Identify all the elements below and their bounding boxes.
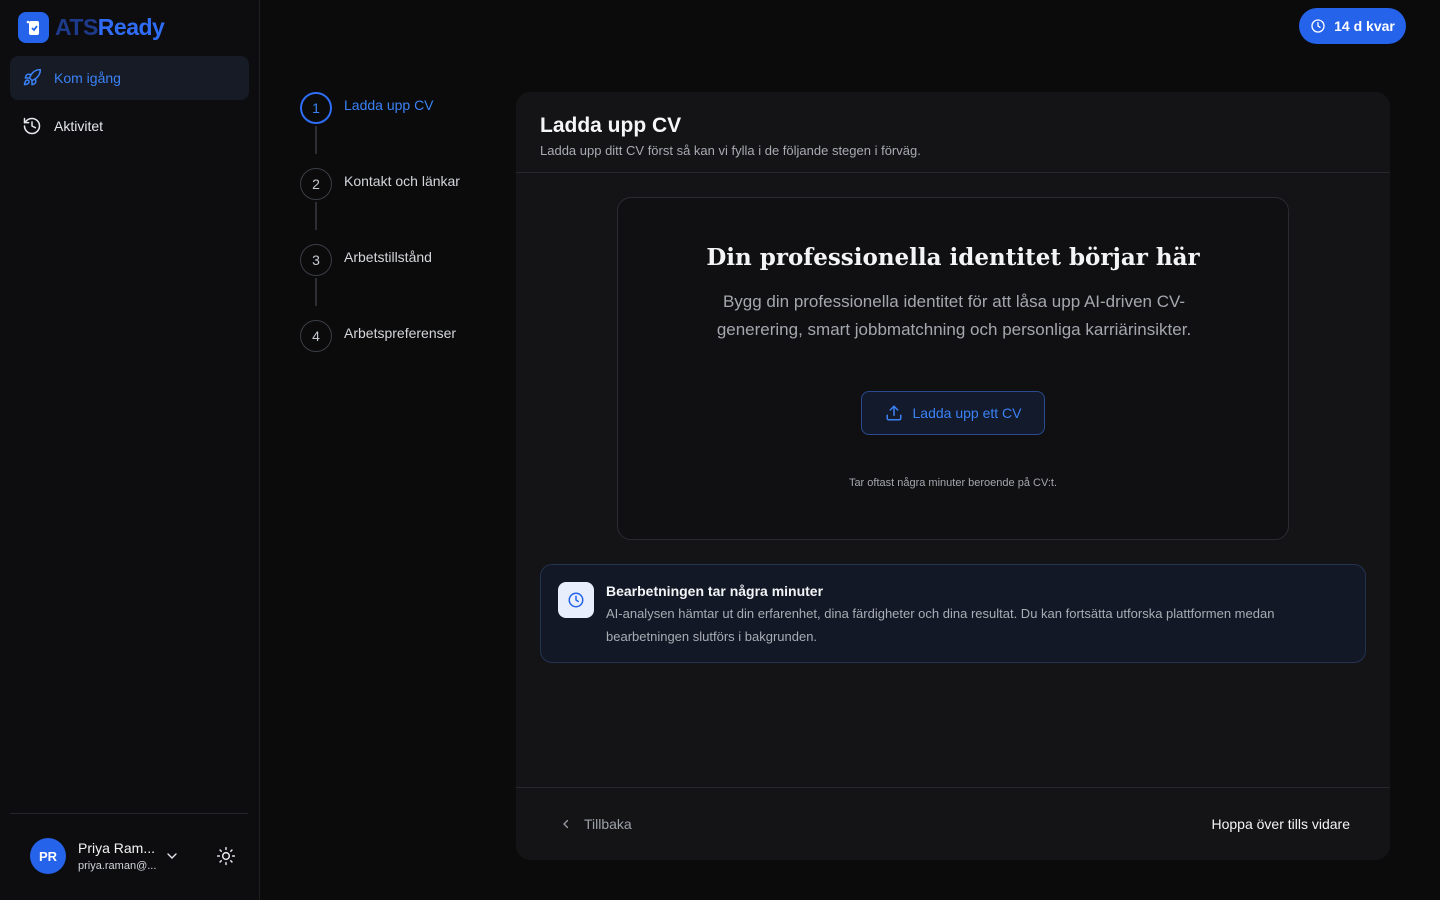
sidebar-divider — [10, 813, 248, 814]
upload-icon — [886, 405, 901, 421]
avatar: PR — [30, 838, 66, 874]
main-panel: Ladda upp CV Ladda upp ditt CV först så … — [516, 92, 1390, 860]
logo-text: ATSReady — [55, 14, 165, 40]
user-email: priya.raman@... — [78, 860, 157, 872]
step-label: Kontakt och länkar — [344, 173, 460, 189]
page-title: Ladda upp CV — [540, 114, 682, 137]
step-upload-cv[interactable]: 1 Ladda upp CV — [300, 92, 434, 124]
logo[interactable]: ATSReady — [18, 12, 165, 43]
chevron-down-icon[interactable] — [164, 848, 180, 864]
step-number: 4 — [300, 320, 332, 352]
skip-button[interactable]: Hoppa över tills vidare — [1211, 816, 1350, 832]
step-work-permit[interactable]: 3 Arbetstillstånd — [300, 244, 432, 276]
rocket-icon — [23, 68, 42, 86]
sidebar: ATSReady Kom igång Aktivitet PR Priya Ra… — [0, 0, 260, 900]
upload-note: Tar oftast några minuter beroende på CV:… — [848, 477, 1058, 489]
step-label: Arbetspreferenser — [344, 325, 457, 341]
footer-divider — [516, 787, 1390, 788]
step-number: 3 — [300, 244, 332, 276]
trial-badge[interactable]: 14 d kvar — [1299, 8, 1406, 44]
step-label: Arbetstillstånd — [344, 249, 432, 265]
upload-description: Bygg din professionella identitet för at… — [716, 292, 1192, 339]
upload-heading: Din professionella identitet börjar här — [706, 244, 1200, 271]
info-icon-wrap — [558, 582, 594, 618]
trial-label: 14 d kvar — [1334, 18, 1395, 34]
sidebar-item-label: Aktivitet — [54, 118, 104, 134]
step-work-preferences[interactable]: 4 Arbetspreferenser — [300, 320, 456, 352]
user-menu[interactable]: PR Priya Ram... priya.raman@... — [30, 838, 236, 874]
step-connector — [315, 126, 317, 154]
step-connector — [315, 278, 317, 306]
step-contact-links[interactable]: 2 Kontakt och länkar — [300, 168, 460, 200]
chevron-left-icon — [563, 819, 569, 829]
page-subtitle: Ladda upp ditt CV först så kan vi fylla … — [540, 143, 921, 158]
step-number: 1 — [300, 92, 332, 124]
history-icon — [23, 117, 41, 135]
sidebar-item-label: Kom igång — [54, 70, 121, 86]
upload-button-label: Ladda upp ett CV — [912, 405, 1022, 421]
info-title: Bearbetningen tar några minuter — [606, 583, 824, 599]
info-text: AI-analysen hämtar ut din erfarenhet, di… — [606, 606, 1275, 644]
user-name: Priya Ram... — [78, 840, 156, 856]
upload-card: Din professionella identitet börjar här … — [617, 197, 1289, 540]
step-connector — [315, 202, 317, 230]
back-label: Tillbaka — [584, 816, 632, 832]
step-number: 2 — [300, 168, 332, 200]
back-button[interactable]: Tillbaka — [560, 816, 632, 832]
header-divider — [516, 172, 1390, 173]
clock-icon — [568, 592, 584, 608]
sun-icon[interactable] — [216, 846, 236, 866]
logo-icon — [18, 12, 49, 43]
sidebar-item-activity[interactable]: Aktivitet — [10, 104, 249, 148]
processing-info: Bearbetningen tar några minuter AI-analy… — [540, 564, 1366, 663]
step-label: Ladda upp CV — [344, 97, 434, 113]
upload-cv-button[interactable]: Ladda upp ett CV — [861, 391, 1045, 435]
clock-icon — [1311, 19, 1325, 33]
sidebar-item-get-started[interactable]: Kom igång — [10, 56, 249, 100]
